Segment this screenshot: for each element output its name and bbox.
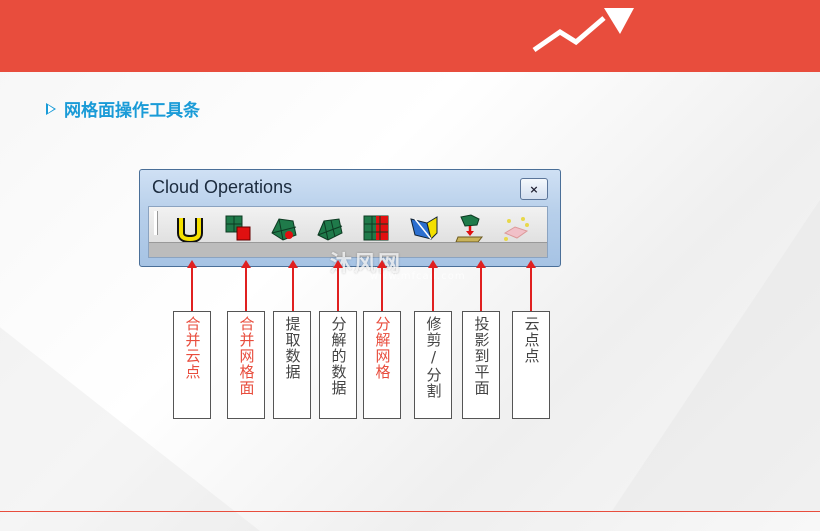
trim-split-button[interactable]	[409, 213, 439, 243]
label-text: 云点点	[522, 316, 541, 364]
close-icon: ×	[529, 182, 539, 196]
close-button[interactable]: ×	[520, 178, 548, 200]
activate-data-icon	[271, 218, 297, 241]
section-title: 网格面操作工具条	[64, 101, 200, 121]
split-mesh-icon	[363, 215, 389, 241]
split-data-button[interactable]	[315, 213, 345, 243]
arrow-split-data	[333, 260, 343, 311]
merge-clouds-icon	[177, 218, 203, 243]
label-text: 修剪/分割	[424, 316, 443, 399]
merge-meshes-icon	[225, 215, 251, 241]
arrow-project-on-plane	[476, 260, 486, 311]
activate-data-button[interactable]	[269, 213, 299, 243]
arrow-merge-meshes	[241, 260, 251, 311]
label-merge-meshes: 合并网格面	[227, 311, 265, 419]
background-shape	[612, 200, 820, 511]
cloud-point-icon	[503, 217, 529, 241]
label-split-data: 分解的数据	[319, 311, 357, 419]
toolbar-grip[interactable]	[154, 211, 158, 235]
arrow-split-mesh	[377, 260, 387, 311]
arrow-trim-split	[428, 260, 438, 311]
trend-up-arrow-icon	[532, 8, 634, 53]
section-heading: 网格面操作工具条	[46, 96, 200, 121]
window-title: Cloud Operations	[152, 177, 293, 197]
trim-split-icon	[410, 216, 438, 240]
arrow-activate-data	[288, 260, 298, 311]
label-split-mesh: 分解网格	[363, 311, 401, 419]
arrow-cloud-point	[526, 260, 536, 311]
label-text: 合并云点	[183, 316, 202, 380]
label-merge-clouds: 合并云点	[173, 311, 211, 419]
header-bar	[0, 0, 820, 72]
footer-divider	[0, 511, 820, 512]
label-text: 合并网格面	[237, 316, 256, 396]
merge-meshes-button[interactable]	[223, 213, 253, 243]
project-on-plane-icon	[455, 214, 484, 243]
label-activate-data: 提取数据	[273, 311, 311, 419]
label-trim-split: 修剪/分割	[414, 311, 452, 419]
split-mesh-button[interactable]	[361, 213, 391, 243]
label-text: 提取数据	[283, 316, 302, 380]
watermark-url: www.mfcad.com	[370, 271, 466, 282]
background-shape	[0, 327, 260, 531]
project-on-plane-button[interactable]	[455, 213, 485, 243]
split-data-icon	[317, 218, 343, 241]
label-project-on-plane: 投影到平面	[462, 311, 500, 419]
merge-clouds-button[interactable]	[175, 213, 205, 243]
label-cloud-point: 云点点	[512, 311, 550, 419]
label-text: 分解的数据	[329, 316, 348, 396]
label-text: 投影到平面	[472, 316, 491, 396]
triangle-bullet-icon	[46, 102, 56, 115]
cloud-point-button[interactable]	[501, 213, 531, 243]
label-text: 分解网格	[373, 316, 392, 380]
arrow-merge-clouds	[187, 260, 197, 311]
